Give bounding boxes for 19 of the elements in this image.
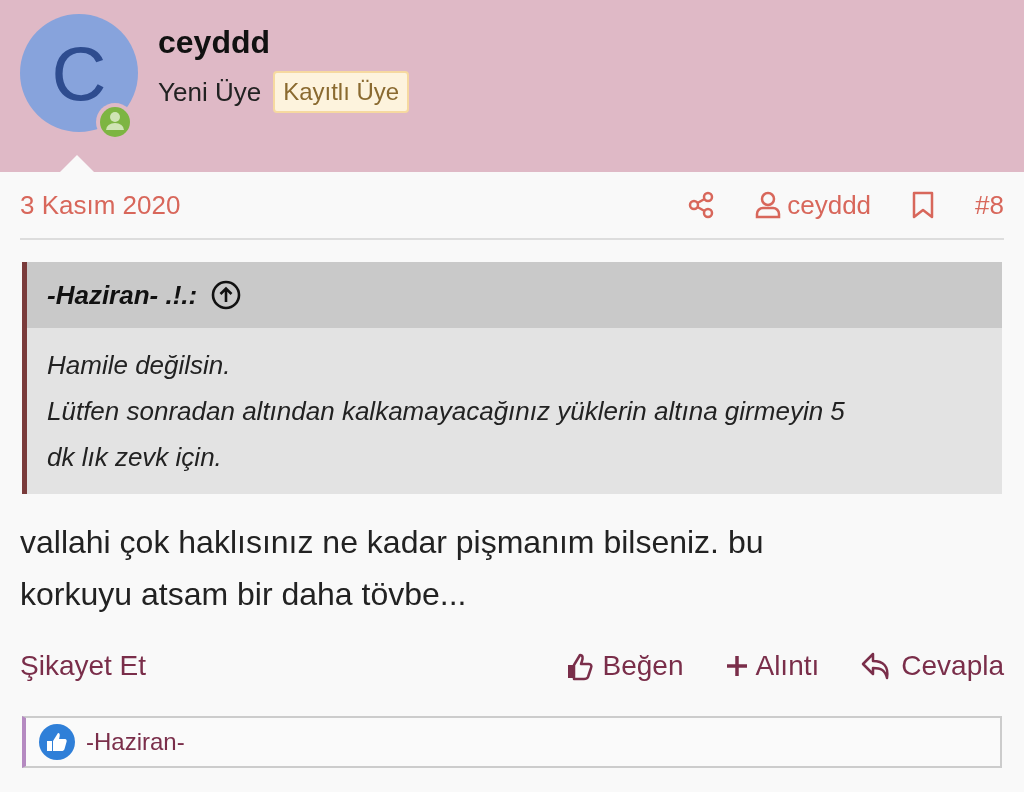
- message-text: vallahi çok haklısınız ne kadar pişmanım bilseniz. bu korkuyu atsam bir daha tövbe...: [20, 523, 765, 614]
- bookmark-icon[interactable]: [911, 191, 936, 219]
- user-icon: [755, 191, 782, 219]
- reaction-users[interactable]: -Haziran-: [86, 728, 185, 756]
- share-icon[interactable]: [687, 191, 716, 219]
- user-title: Yeni Üye: [158, 76, 262, 108]
- quote-text: Hamile değilsin.: [47, 349, 232, 382]
- username[interactable]: ceyddd: [158, 24, 410, 61]
- plus-icon: [725, 654, 750, 678]
- like-button[interactable]: Beğen: [564, 650, 684, 682]
- reply-button[interactable]: Cevapla: [861, 650, 1004, 682]
- like-reaction-icon: [38, 723, 76, 761]
- quote-button[interactable]: Alıntı: [725, 650, 820, 682]
- report-link[interactable]: Şikayet Et: [20, 650, 147, 681]
- user-badge: Kayıtlı Üye: [273, 71, 410, 113]
- quote-text: Lütfen sonradan altından kalkamayacağınız yüklerin altına girmeyin 5 dk lık zevk için.: [47, 395, 846, 474]
- arrow-up-circle-icon[interactable]: [211, 280, 242, 310]
- quote-author[interactable]: -Haziran- .!.:: [47, 279, 198, 311]
- pointer-arrow: [60, 155, 94, 172]
